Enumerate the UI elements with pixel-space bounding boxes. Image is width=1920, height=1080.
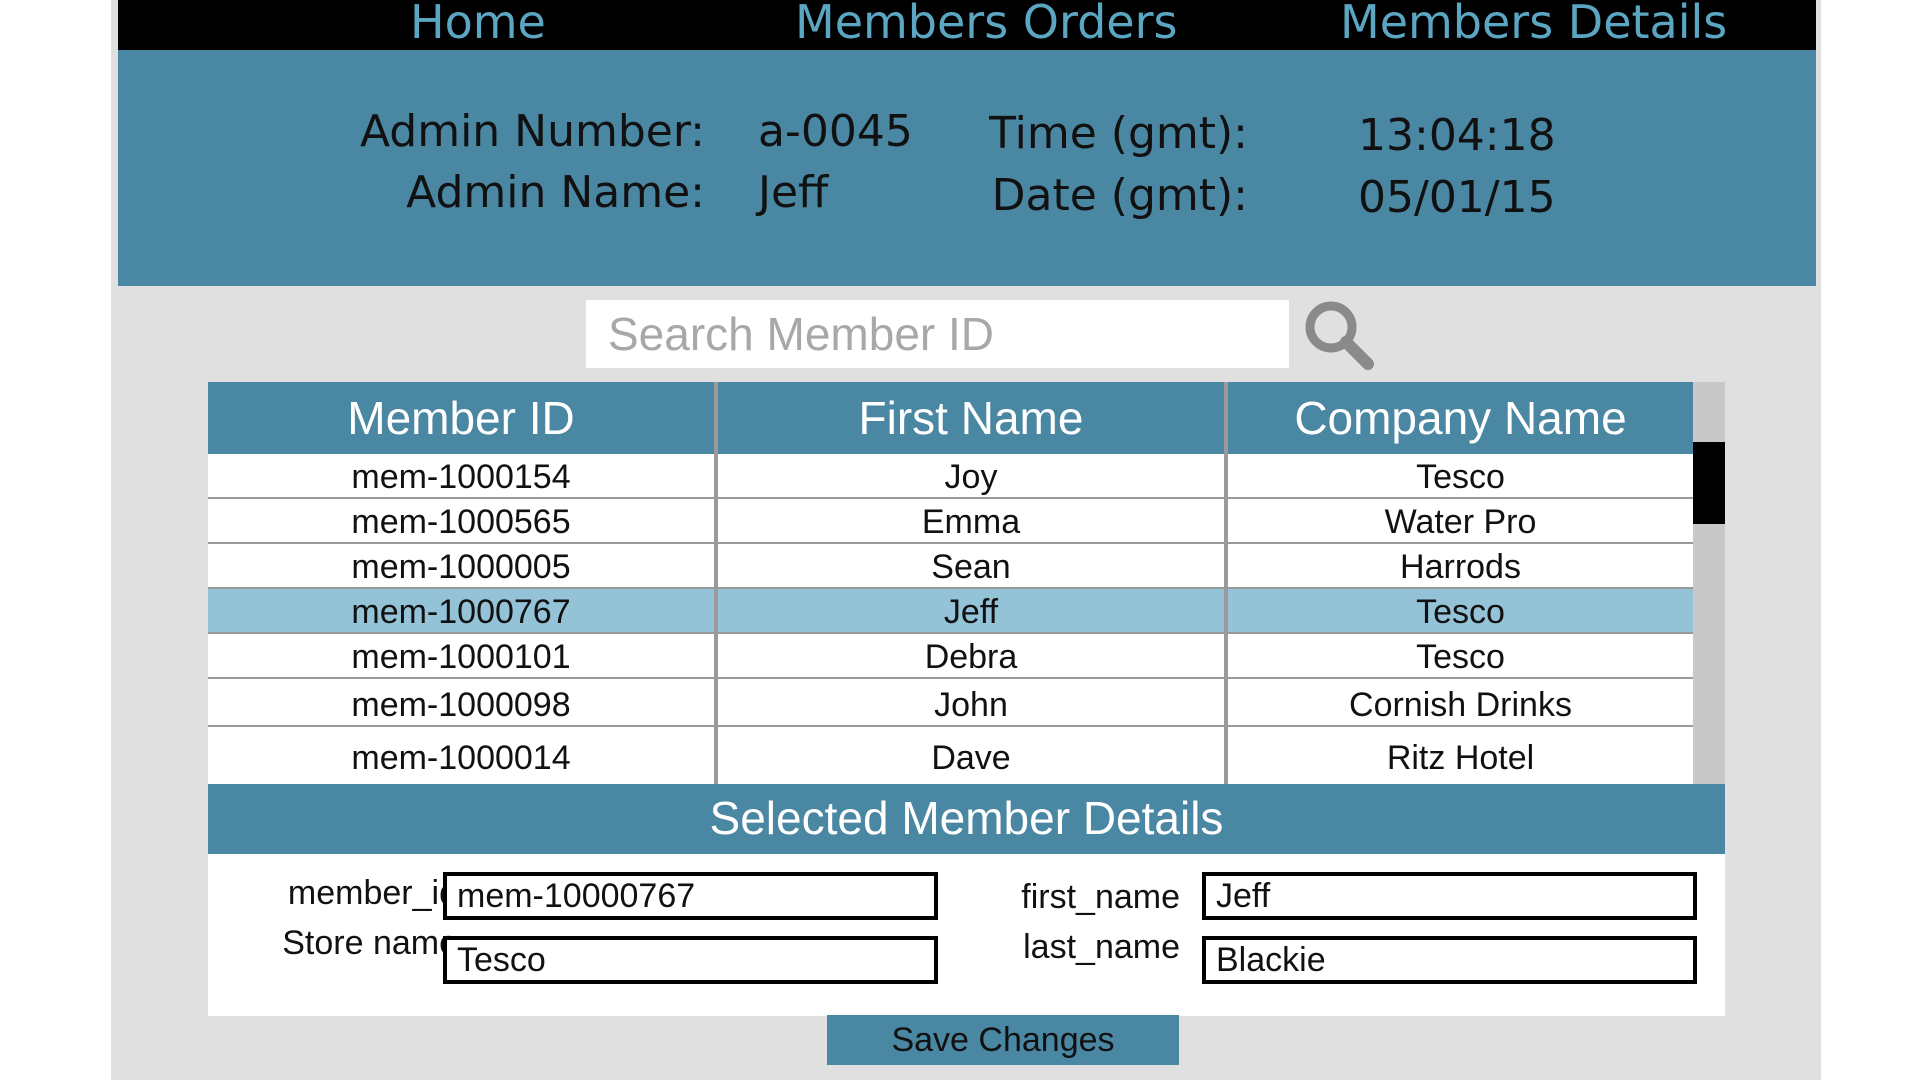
store-name-field[interactable] (443, 936, 938, 984)
table-row-selected[interactable]: mem-1000767 Jeff Tesco (208, 589, 1693, 634)
cell-first-name: Dave (931, 739, 1011, 777)
column-header-member-id[interactable]: Member ID (208, 382, 714, 454)
nav-members-details[interactable]: Members Details (1340, 0, 1727, 50)
time-value: 13:04:18 (1358, 110, 1556, 161)
selected-member-details-title: Selected Member Details (208, 784, 1725, 854)
save-changes-button[interactable]: Save Changes (827, 1015, 1179, 1065)
column-divider (1224, 382, 1228, 784)
table-header: Member ID First Name Company Name (208, 382, 1693, 454)
table-row[interactable]: mem-1000005 Sean Harrods (208, 544, 1693, 589)
cell-member-id: mem-1000098 (351, 686, 571, 724)
date-label: Date (gmt): (991, 170, 1248, 221)
store-name-label: Store name (282, 924, 458, 962)
top-navigation: Home Members Orders Members Details (118, 0, 1816, 50)
search-member-id-input[interactable] (586, 300, 1289, 368)
time-label: Time (gmt): (989, 108, 1248, 159)
cell-member-id: mem-1000767 (351, 593, 571, 631)
table-row[interactable]: mem-1000098 John Cornish Drinks (208, 679, 1693, 727)
table-row[interactable]: mem-1000154 Joy Tesco (208, 454, 1693, 499)
date-value: 05/01/15 (1358, 172, 1556, 223)
cell-member-id: mem-1000005 (351, 548, 571, 586)
app-window: Home Members Orders Members Details Admi… (111, 0, 1821, 1080)
table-row[interactable]: mem-1000101 Debra Tesco (208, 634, 1693, 679)
cell-company-name: Cornish Drinks (1349, 686, 1572, 724)
admin-name-value: Jeff (758, 167, 829, 218)
search-icon[interactable] (1301, 297, 1377, 373)
column-divider (714, 382, 718, 784)
cell-first-name: Joy (944, 458, 998, 496)
last-name-label: last_name (1023, 928, 1180, 966)
nav-members-orders[interactable]: Members Orders (795, 0, 1178, 50)
table-row[interactable]: mem-1000014 Dave Ritz Hotel (208, 727, 1693, 784)
cell-company-name: Tesco (1416, 638, 1505, 676)
nav-home[interactable]: Home (410, 0, 546, 50)
admin-name-label: Admin Name: (406, 167, 705, 218)
member-details-form: member_id Store name first_name last_nam… (208, 854, 1725, 1016)
column-header-company-name[interactable]: Company Name (1228, 382, 1693, 454)
admin-number-label: Admin Number: (359, 106, 705, 157)
cell-first-name: John (934, 686, 1008, 724)
last-name-field[interactable] (1202, 936, 1697, 984)
cell-first-name: Jeff (943, 593, 999, 631)
member-id-field[interactable] (443, 872, 938, 920)
cell-first-name: Sean (931, 548, 1011, 586)
first-name-label: first_name (1021, 878, 1180, 916)
cell-first-name: Debra (924, 638, 1018, 676)
members-table: Member ID First Name Company Name mem-10… (208, 382, 1725, 784)
cell-company-name: Tesco (1416, 458, 1505, 496)
admin-info-header: Admin Number: a-0045 Admin Name: Jeff Ti… (118, 50, 1816, 286)
first-name-field[interactable] (1202, 872, 1697, 920)
cell-company-name: Harrods (1400, 548, 1521, 586)
cell-first-name: Emma (921, 503, 1021, 541)
table-row[interactable]: mem-1000565 Emma Water Pro (208, 499, 1693, 544)
cell-company-name: Water Pro (1384, 503, 1537, 541)
cell-member-id: mem-1000565 (351, 503, 571, 541)
cell-member-id: mem-1000014 (351, 739, 571, 777)
cell-company-name: Tesco (1416, 593, 1505, 631)
column-header-first-name[interactable]: First Name (718, 382, 1224, 454)
cell-company-name: Ritz Hotel (1386, 739, 1535, 777)
admin-number-value: a-0045 (758, 106, 913, 157)
scrollbar-thumb[interactable] (1693, 442, 1725, 524)
member-id-label: member_id (287, 874, 458, 912)
cell-member-id: mem-1000101 (351, 638, 571, 676)
cell-member-id: mem-1000154 (351, 458, 571, 496)
